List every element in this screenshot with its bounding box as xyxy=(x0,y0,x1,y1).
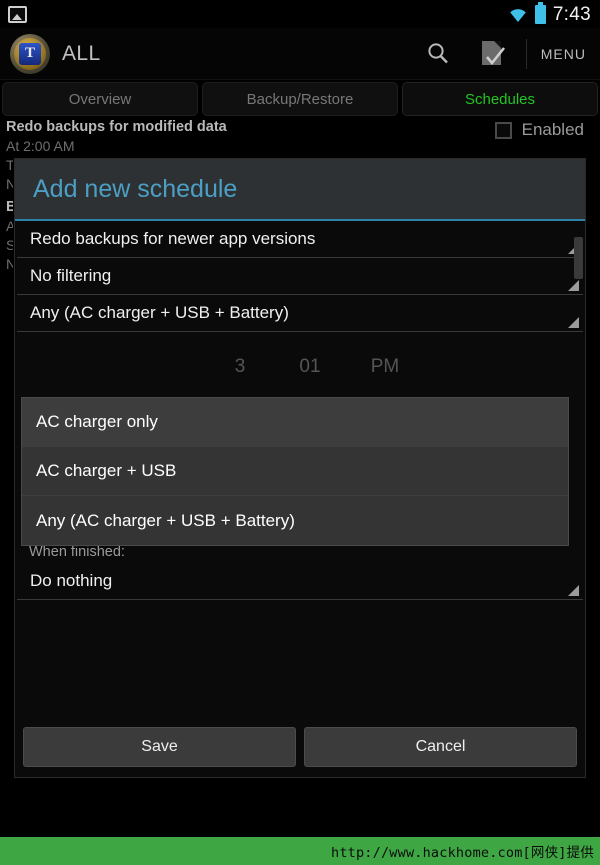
status-bar: 7:43 xyxy=(0,0,600,28)
batch-actions-button[interactable] xyxy=(466,28,522,79)
tab-bar: Overview Backup/Restore Schedules xyxy=(0,80,600,118)
enabled-label: Enabled xyxy=(521,120,584,139)
enabled-checkbox[interactable] xyxy=(494,121,512,139)
search-button[interactable] xyxy=(410,28,466,79)
action-bar-actions: MENU xyxy=(410,28,600,79)
dialog-scrollbar[interactable] xyxy=(574,237,583,279)
watermark-text: http://www.hackhome.com[网侠]提供 xyxy=(331,845,594,861)
dialog-buttons: Save Cancel xyxy=(15,721,585,777)
dialog-body: Redo backups for newer app versions No f… xyxy=(15,221,585,600)
cancel-button[interactable]: Cancel xyxy=(304,727,577,767)
action-bar: T ALL MENU xyxy=(0,28,600,80)
time-picker-minute[interactable]: 01 xyxy=(275,356,345,378)
backup-mode-spinner[interactable]: Redo backups for newer app versions xyxy=(17,221,583,258)
action-bar-divider xyxy=(525,38,527,69)
android-screen: 7:43 T ALL MENU Overview Backup/Restore … xyxy=(0,0,600,865)
save-button[interactable]: Save xyxy=(23,727,296,767)
when-finished-spinner[interactable]: Do nothing xyxy=(17,563,583,600)
batch-actions-icon xyxy=(481,40,506,67)
dialog-header: Add new schedule xyxy=(15,159,585,221)
watermark-bar: http://www.hackhome.com[网侠]提供 xyxy=(0,837,600,865)
time-picker: 3 01 PM xyxy=(15,344,585,390)
battery-icon xyxy=(534,1,546,24)
search-icon xyxy=(428,42,448,63)
tab-backup-restore[interactable]: Backup/Restore xyxy=(202,82,398,116)
add-schedule-dialog: Add new schedule Redo backups for newer … xyxy=(14,158,586,778)
dialog-title: Add new schedule xyxy=(33,174,238,203)
status-bar-right: 7:43 xyxy=(508,1,600,25)
power-source-dropdown: AC charger only AC charger + USB Any (AC… xyxy=(21,397,569,546)
titanium-backup-gear-icon[interactable]: T xyxy=(10,33,50,74)
dropdown-option-ac-only[interactable]: AC charger only xyxy=(22,398,568,447)
power-source-spinner[interactable]: Any (AC charger + USB + Battery) xyxy=(17,295,583,332)
action-bar-title: ALL xyxy=(62,41,101,65)
dropdown-option-ac-usb[interactable]: AC charger + USB xyxy=(22,447,568,496)
status-bar-clock: 7:43 xyxy=(552,3,591,25)
time-picker-ampm[interactable]: PM xyxy=(345,356,425,378)
logo-letter: T xyxy=(19,42,41,65)
wifi-icon xyxy=(510,8,526,22)
tab-schedules[interactable]: Schedules xyxy=(402,82,598,116)
filtering-spinner[interactable]: No filtering xyxy=(17,258,583,295)
menu-button[interactable]: MENU xyxy=(531,46,600,62)
image-icon xyxy=(8,5,27,23)
when-finished-label: When finished: xyxy=(29,544,125,560)
enabled-toggle-row[interactable]: Enabled xyxy=(494,120,584,140)
tab-overview[interactable]: Overview xyxy=(2,82,198,116)
time-picker-hour[interactable]: 3 xyxy=(205,356,275,378)
dropdown-option-any[interactable]: Any (AC charger + USB + Battery) xyxy=(22,496,568,545)
